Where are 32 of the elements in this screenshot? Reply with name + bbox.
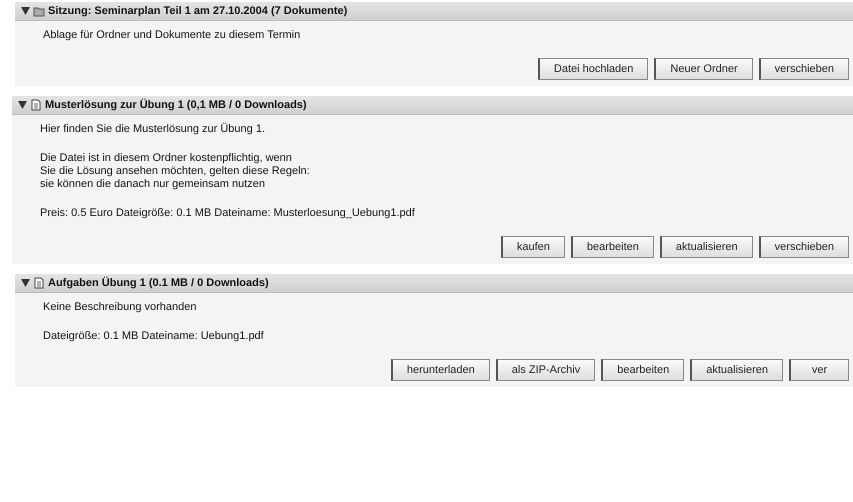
action-button[interactable]: ver	[789, 359, 849, 381]
triangle-down-icon[interactable]	[21, 7, 30, 15]
section-header[interactable]: Sitzung: Seminarplan Teil 1 am 27.10.2004 (7 Dokumente)	[15, 2, 853, 21]
action-button[interactable]: Neuer Ordner	[654, 58, 753, 80]
section-title: Aufgaben Übung 1 (0.1 MB / 0 Downloads)	[48, 277, 269, 289]
action-button[interactable]: herunterladen	[390, 359, 490, 381]
section-title: Sitzung: Seminarplan Teil 1 am 27.10.2004 (7 Dokumente)	[48, 5, 348, 17]
triangle-down-icon[interactable]	[21, 279, 30, 287]
description-text: Die Datei ist in diesem Ordner kostenpflichtig, wenn	[40, 152, 293, 165]
description-text: Keine Beschreibung vorhanden	[43, 301, 198, 314]
document-icon	[33, 277, 45, 289]
description-text: sie können die danach nur gemeinsam nutzen	[40, 178, 266, 191]
action-button[interactable]: verschieben	[758, 236, 849, 258]
triangle-down-icon[interactable]	[18, 101, 27, 109]
action-button[interactable]: als ZIP-Archiv	[496, 359, 596, 381]
folder-icon	[33, 5, 45, 17]
description-text: Sie die Lösung ansehen möchten, gelten diese Regeln:	[40, 165, 311, 178]
description-text: Dateigröße: 0.1 MB Dateiname: Uebung1.pdf	[43, 330, 265, 343]
action-button[interactable]: aktualisieren	[660, 236, 753, 258]
action-button[interactable]: bearbeiten	[570, 236, 654, 258]
action-button[interactable]: Datei hochladen	[538, 58, 648, 80]
section-title: Musterlösung zur Übung 1 (0,1 MB / 0 Downloads)	[45, 99, 307, 111]
description-text: Ablage für Ordner und Dokumente zu diesem Termin	[43, 29, 302, 42]
action-button[interactable]: bearbeiten	[601, 359, 684, 381]
document-icon	[30, 99, 42, 111]
action-button[interactable]: verschieben	[758, 58, 849, 80]
section-header[interactable]: Aufgaben Übung 1 (0.1 MB / 0 Downloads)	[15, 274, 853, 293]
description-text: Preis: 0.5 Euro Dateigröße: 0.1 MB Dateiname: Musterloesung_Uebung1.pdf	[40, 207, 416, 220]
section-header[interactable]: Musterlösung zur Übung 1 (0,1 MB / 0 Downloads)	[12, 96, 853, 115]
action-button[interactable]: kaufen	[500, 236, 565, 258]
action-button[interactable]: aktualisieren	[690, 359, 783, 381]
description-text: Hier finden Sie die Musterlösung zur Übung 1.	[40, 123, 266, 136]
